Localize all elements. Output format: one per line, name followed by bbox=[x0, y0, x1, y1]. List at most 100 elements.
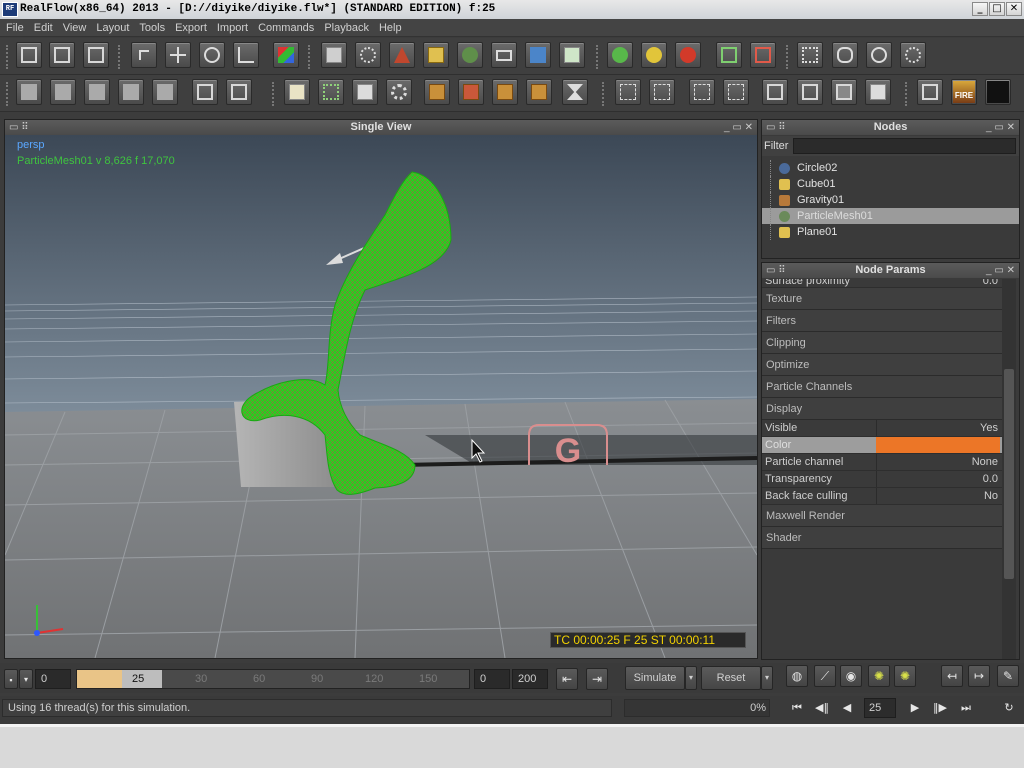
last-frame-icon[interactable]: ⏭ bbox=[955, 698, 977, 718]
batch-1-icon[interactable] bbox=[797, 42, 823, 68]
3d-viewport[interactable]: G persp ParticleMesh01 v 8,626 f 17,070 … bbox=[5, 135, 757, 658]
key-prev-icon[interactable]: ↤ bbox=[941, 665, 963, 687]
eye-icon[interactable]: ◉ bbox=[840, 665, 862, 687]
grid-orange-4-icon[interactable] bbox=[526, 79, 552, 105]
cube-wire-2-icon[interactable] bbox=[649, 79, 675, 105]
next-key-icon[interactable]: ‖▶ bbox=[929, 698, 951, 718]
toolbar-grip[interactable] bbox=[308, 45, 312, 69]
play-forward-icon[interactable]: ▶ bbox=[904, 698, 926, 718]
close-button[interactable]: ✕ bbox=[1006, 2, 1022, 16]
save-red-icon[interactable] bbox=[750, 42, 776, 68]
prop-visible[interactable]: Visible Yes bbox=[762, 420, 1002, 437]
menu-edit[interactable]: Edit bbox=[29, 19, 58, 37]
layout-3-icon[interactable] bbox=[84, 79, 110, 105]
panel-menu-icon[interactable]: ▭ ⠿ bbox=[766, 263, 786, 278]
filter-input[interactable] bbox=[793, 138, 1016, 154]
prop-transparency[interactable]: Transparency 0.0 bbox=[762, 471, 1002, 488]
spark-icon-1[interactable]: ✺ bbox=[868, 665, 890, 687]
object-box-icon[interactable] bbox=[321, 42, 347, 68]
box-view-2-icon[interactable] bbox=[226, 79, 252, 105]
timeline-options-icon[interactable]: ▪ bbox=[4, 669, 18, 689]
toolbar-grip[interactable] bbox=[6, 45, 10, 69]
scrollbar-thumb[interactable] bbox=[1004, 369, 1014, 579]
range-right-icon[interactable]: ⇥ bbox=[586, 668, 608, 690]
section-texture[interactable]: Texture bbox=[762, 288, 1002, 310]
key-next-icon[interactable]: ↦ bbox=[968, 665, 990, 687]
emitter-icon[interactable] bbox=[355, 42, 381, 68]
node-item-circle02[interactable]: Circle02 bbox=[762, 160, 1019, 176]
batch-4-icon[interactable] bbox=[900, 42, 926, 68]
script-icon[interactable] bbox=[284, 79, 310, 105]
cube-solid-1-icon[interactable] bbox=[762, 79, 788, 105]
maximize-button[interactable]: □ bbox=[989, 2, 1005, 16]
toolbar-grip[interactable] bbox=[602, 82, 606, 106]
rotate-icon[interactable] bbox=[199, 42, 225, 68]
grid-orange-2-icon[interactable] bbox=[458, 79, 484, 105]
menu-help[interactable]: Help bbox=[374, 19, 407, 37]
prev-key-icon[interactable]: ◀‖ bbox=[811, 698, 833, 718]
box-view-1-icon[interactable] bbox=[192, 79, 218, 105]
panel-window-controls[interactable]: _ ▭ ✕ bbox=[986, 120, 1015, 135]
panel-menu-icon[interactable]: ▭ ⠿ bbox=[766, 120, 786, 135]
start-frame-field[interactable]: 0 bbox=[35, 669, 71, 689]
sim-red-icon[interactable] bbox=[675, 42, 701, 68]
realflow-app-icon[interactable]: RF bbox=[2, 2, 18, 17]
batch-3-icon[interactable] bbox=[866, 42, 892, 68]
render-icon[interactable] bbox=[917, 79, 943, 105]
select-arrow-icon[interactable] bbox=[131, 42, 157, 68]
toolbar-grip[interactable] bbox=[596, 45, 600, 69]
grid-orange-3-icon[interactable] bbox=[492, 79, 518, 105]
mesh-icon[interactable] bbox=[457, 42, 483, 68]
menu-layout[interactable]: Layout bbox=[91, 19, 134, 37]
section-optimize[interactable]: Optimize bbox=[762, 354, 1002, 376]
sim-green-icon[interactable] bbox=[607, 42, 633, 68]
cube-wire-1-icon[interactable] bbox=[615, 79, 641, 105]
timeline-dropdown-icon[interactable]: ▾ bbox=[19, 669, 33, 689]
batch-2-icon[interactable] bbox=[832, 42, 858, 68]
section-display[interactable]: Display bbox=[762, 398, 1002, 420]
dots-icon[interactable] bbox=[386, 79, 412, 105]
new-file-icon[interactable] bbox=[16, 42, 42, 68]
spark-icon-2[interactable]: ✺ bbox=[894, 665, 916, 687]
node-item-gravity01[interactable]: Gravity01 bbox=[762, 192, 1019, 208]
cube-solid-4-icon[interactable] bbox=[865, 79, 891, 105]
export-icon[interactable] bbox=[559, 42, 585, 68]
panel-window-controls[interactable]: _ ▭ ✕ bbox=[986, 263, 1015, 278]
grid-orange-1-icon[interactable] bbox=[424, 79, 450, 105]
menu-commands[interactable]: Commands bbox=[253, 19, 319, 37]
node-item-cube01[interactable]: Cube01 bbox=[762, 176, 1019, 192]
layout-2-icon[interactable] bbox=[50, 79, 76, 105]
first-frame-icon[interactable]: ⏮ bbox=[786, 698, 808, 718]
panel-window-controls[interactable]: _ ▭ ✕ bbox=[724, 120, 753, 135]
toolbar-grip[interactable] bbox=[272, 82, 276, 106]
menu-file[interactable]: File bbox=[0, 19, 29, 37]
menu-view[interactable]: View bbox=[58, 19, 92, 37]
prop-surface-proximity[interactable]: Surface proximity 0.0 bbox=[762, 279, 1002, 288]
cube-wire-4-icon[interactable] bbox=[723, 79, 749, 105]
globe-icon[interactable]: ◍ bbox=[786, 665, 808, 687]
hourglass-icon[interactable] bbox=[562, 79, 588, 105]
color-swatch[interactable] bbox=[876, 437, 1000, 453]
curve-editor-icon[interactable]: ⟋ bbox=[814, 665, 836, 687]
scene-list-icon[interactable] bbox=[352, 79, 378, 105]
node-item-particlemesh01[interactable]: ParticleMesh01 bbox=[762, 208, 1019, 224]
loop-icon[interactable]: ↻ bbox=[998, 698, 1020, 718]
params-scrollbar[interactable] bbox=[1002, 279, 1016, 659]
layout-4-icon[interactable] bbox=[118, 79, 144, 105]
frame-slider[interactable]: 25 30 60 90 120 150 180 bbox=[76, 669, 470, 689]
layout-5-icon[interactable] bbox=[152, 79, 178, 105]
save-green-icon[interactable] bbox=[716, 42, 742, 68]
prop-back-face-culling[interactable]: Back face culling No bbox=[762, 488, 1002, 505]
section-particle-channels[interactable]: Particle Channels bbox=[762, 376, 1002, 398]
particles-grid-icon[interactable] bbox=[318, 79, 344, 105]
cube-solid-2-icon[interactable] bbox=[797, 79, 823, 105]
save-icon[interactable] bbox=[83, 42, 109, 68]
prop-particle-channel[interactable]: Particle channel None bbox=[762, 454, 1002, 471]
move-icon[interactable] bbox=[165, 42, 191, 68]
current-frame-field[interactable]: 25 bbox=[864, 698, 896, 718]
scale-icon[interactable] bbox=[233, 42, 259, 68]
sim-yellow-icon[interactable] bbox=[641, 42, 667, 68]
section-filters[interactable]: Filters bbox=[762, 310, 1002, 332]
node-item-plane01[interactable]: Plane01 bbox=[762, 224, 1019, 240]
menu-export[interactable]: Export bbox=[170, 19, 212, 37]
